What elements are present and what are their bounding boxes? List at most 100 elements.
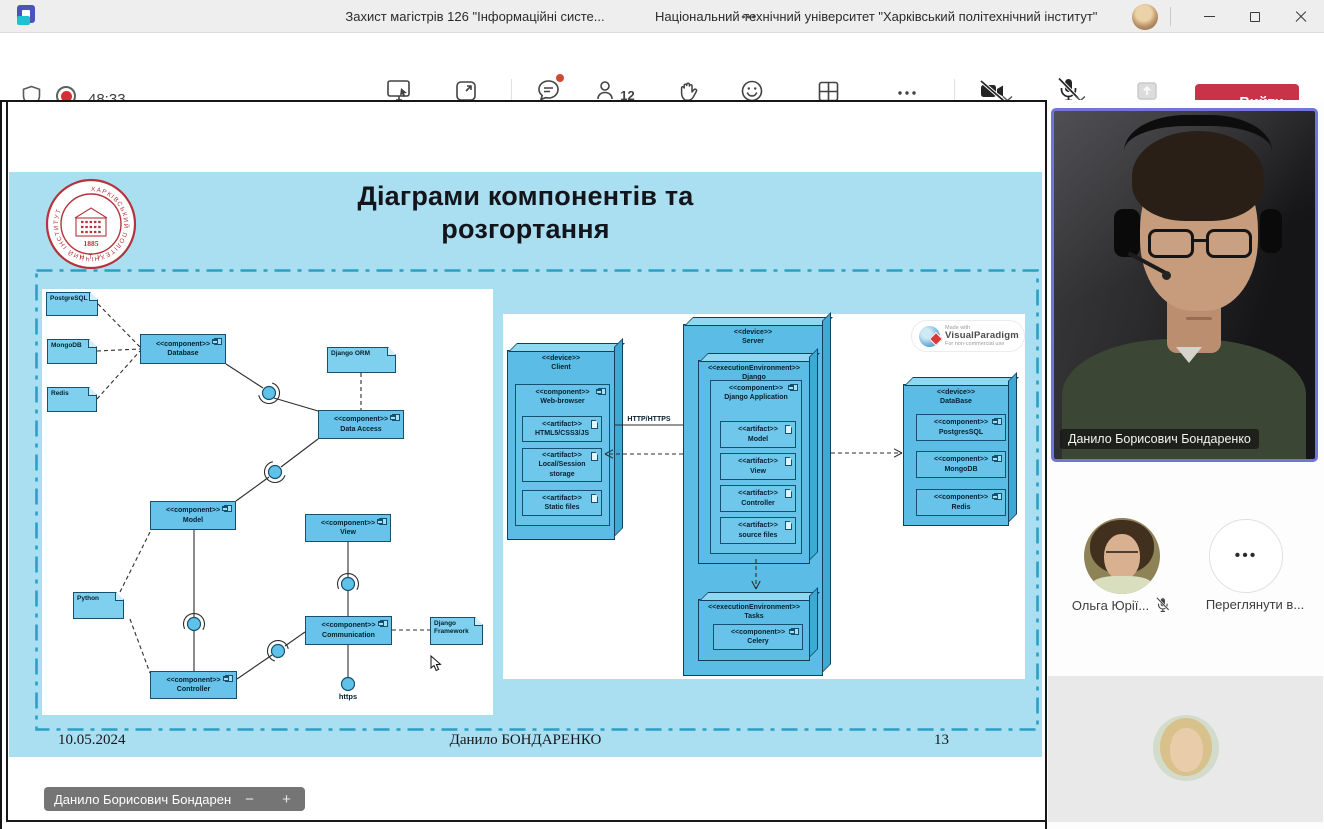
share-border-top <box>0 100 1047 102</box>
component-icon <box>598 388 606 395</box>
art-source-files: <<artifact>> source files <box>720 517 796 544</box>
comp-database: <<component>> Database <box>140 334 226 364</box>
presenter-name-pill: Данило Борисович Бондаренко <box>44 787 254 811</box>
share-border-left <box>0 100 2 829</box>
art-static-files: <<artifact>> Static files <box>522 490 602 516</box>
note-fold <box>88 388 96 396</box>
comp-view: <<component>> View <box>305 514 391 542</box>
svg-text:Н Т У: Н Т У <box>80 255 103 261</box>
headphone-cup-left <box>1114 209 1140 257</box>
zoom-control-pill[interactable]: − + <box>231 787 305 811</box>
minimize-button[interactable] <box>1186 0 1232 33</box>
meeting-toolbar: 48:33 Почати Відкріпити Чат 12 <box>0 34 1324 100</box>
component-icon <box>994 493 1002 500</box>
artifact-icon <box>591 452 598 461</box>
comp-redis: <<component>> Redis <box>916 489 1006 516</box>
meeting-title: Захист магістрів 126 "Інформаційні систе… <box>300 0 650 33</box>
maximize-button[interactable] <box>1232 0 1278 33</box>
view-more-participants-button[interactable]: ••• <box>1209 519 1283 593</box>
component-icon <box>790 384 798 391</box>
headphone-cup-right <box>1260 209 1282 253</box>
slide-page-number: 13 <box>934 732 949 749</box>
chat-notification-dot <box>556 74 564 82</box>
component-icon <box>791 628 799 635</box>
titlebar-avatar[interactable] <box>1132 4 1158 30</box>
visual-paradigm-logo <box>919 326 940 347</box>
titlebar-divider <box>1170 7 1171 26</box>
note-fold <box>115 593 123 601</box>
mic-tip <box>1162 271 1171 280</box>
note-fold <box>474 618 482 626</box>
slide-date: 10.05.2024 <box>58 732 126 749</box>
component-icon <box>224 505 232 512</box>
slide-title: Діаграми компонентів та розгортання <box>358 180 694 246</box>
svg-text:HTTP/HTTPS: HTTP/HTTPS <box>627 416 670 423</box>
comp-controller: <<component>> Controller <box>150 671 237 699</box>
zoom-in-button[interactable]: + <box>272 791 302 808</box>
visual-paradigm-badge: Made withVisualParadigmFor non-commercia… <box>911 320 1025 352</box>
component-icon <box>379 518 387 525</box>
presentation-bottom-edge <box>6 820 1045 822</box>
note-redis: Redis <box>47 387 97 412</box>
shared-screen-stage: ХАРКІВСЬКИЙ ПОЛІТЕХНІЧНИЙ ІНСТИТУТ 1885 … <box>0 100 1047 829</box>
component-icon <box>392 414 400 421</box>
participants-sidebar: Данило Борисович Бондаренко Ольга Юрії..… <box>1047 100 1324 829</box>
vp-diamond-icon <box>929 331 943 345</box>
artifact-icon <box>785 521 792 530</box>
note-fold <box>89 293 97 301</box>
speaker-mouth <box>1186 317 1212 320</box>
art-local-session-storage: <<artifact>> Local/Session storage <box>522 448 602 482</box>
glasses-left-lens <box>1148 229 1194 258</box>
art-html5-css3-js: <<artifact>> HTML5/CSS3/JS <box>522 416 602 442</box>
titlebar: Захист магістрів 126 "Інформаційні систе… <box>0 0 1324 33</box>
comp-postgressql: <<component>> PostgresSQL <box>916 414 1006 441</box>
participant-tile-bottom[interactable] <box>1048 676 1323 822</box>
component-icon <box>380 620 388 627</box>
note-fold <box>88 340 96 348</box>
note-postgresql: PostgreSQL <box>46 292 98 316</box>
art-view: <<artifact>> View <box>720 453 796 480</box>
participant-label-olga: Ольга Юрії... <box>1055 597 1187 613</box>
art-controller: <<artifact>> Controller <box>720 485 796 512</box>
glasses-bridge <box>1192 239 1208 242</box>
comp-communication: <<component>> Communication <box>305 616 392 645</box>
artifact-icon <box>785 457 792 466</box>
close-icon <box>1295 11 1307 23</box>
svg-text:1885: 1885 <box>84 239 99 248</box>
presentation-left-edge <box>6 102 8 822</box>
note-django-framework: Django Framework <box>430 617 483 645</box>
artifact-icon <box>785 425 792 434</box>
glasses-right-lens <box>1206 229 1252 258</box>
comp-model: <<component>> Model <box>150 501 236 530</box>
component-icon <box>214 338 222 345</box>
note-python: Python <box>73 592 124 619</box>
note-django-orm: Django ORM <box>327 347 396 373</box>
teams-app-icon <box>17 5 41 28</box>
comp-mongodb: <<component>> MongoDB <box>916 451 1006 478</box>
participant-avatar-olga[interactable] <box>1084 518 1160 594</box>
component-diagram-panel: PostgreSQL MongoDB Redis <<component>> Data… <box>42 289 493 715</box>
university-seal-logo: ХАРКІВСЬКИЙ ПОЛІТЕХНІЧНИЙ ІНСТИТУТ 1885 … <box>45 178 137 275</box>
note-mongodb: MongoDB <box>47 339 97 364</box>
org-title: Національний технічний університет "Харк… <box>655 0 1125 33</box>
avatar-glasses <box>1106 551 1138 559</box>
mic-muted-icon <box>1155 597 1170 613</box>
zoom-out-button[interactable]: − <box>235 791 265 808</box>
maximize-icon <box>1250 12 1260 22</box>
participant-avatar-bottom <box>1153 715 1219 781</box>
component-icon <box>994 418 1002 425</box>
artifact-icon <box>591 494 598 503</box>
avatar-shirt <box>1092 576 1152 594</box>
teams-meeting-window: Захист магістрів 126 "Інформаційні систе… <box>0 0 1324 829</box>
art-model: <<artifact>> Model <box>720 421 796 448</box>
presentation-slide: ХАРКІВСЬКИЙ ПОЛІТЕХНІЧНИЙ ІНСТИТУТ 1885 … <box>9 172 1042 757</box>
slide-author: Данило БОНДАРЕНКО <box>450 732 602 749</box>
headphones-band <box>1124 115 1272 187</box>
component-icon <box>225 675 233 682</box>
component-icon <box>994 455 1002 462</box>
note-fold <box>387 348 395 356</box>
speaker-video-tile[interactable]: Данило Борисович Бондаренко <box>1051 108 1318 462</box>
avatar-face <box>1170 728 1203 772</box>
comp-celery: <<component>> Celery <box>713 624 803 650</box>
close-button[interactable] <box>1278 0 1324 33</box>
